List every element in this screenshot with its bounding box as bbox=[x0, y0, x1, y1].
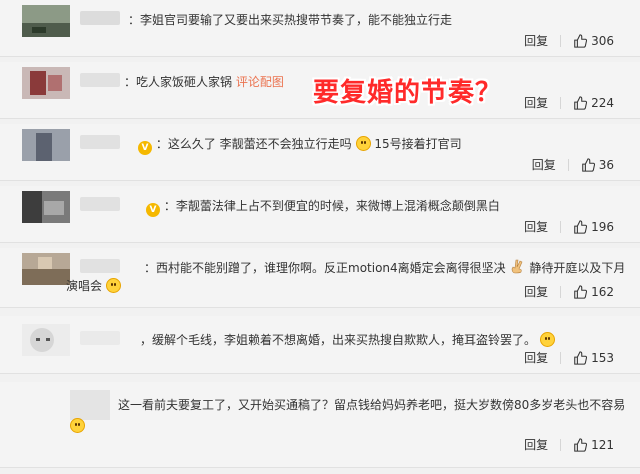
comment-item: V ：这么久了 李靓蕾还不会独立行走吗 15号接着打官司 回复 36 bbox=[0, 124, 640, 181]
smiling-emoji-icon bbox=[539, 332, 555, 347]
comment-actions: 回复 153 bbox=[524, 349, 614, 366]
avatar[interactable] bbox=[22, 129, 70, 161]
divider bbox=[560, 285, 562, 298]
divider bbox=[560, 34, 562, 47]
divider bbox=[560, 96, 562, 109]
like-count: 306 bbox=[591, 33, 614, 48]
comment-actions: 回复 196 bbox=[524, 218, 614, 235]
thumbs-up-icon[interactable] bbox=[573, 33, 588, 48]
username[interactable] bbox=[80, 135, 120, 149]
thumbs-up-icon[interactable] bbox=[573, 219, 588, 234]
avatar[interactable] bbox=[22, 67, 70, 99]
comment-item: 这一看前夫要复工了，又开始买通稿了？留点钱给妈妈养老吧，挺大岁数傍80多岁老头也… bbox=[0, 382, 640, 468]
avatar[interactable] bbox=[22, 191, 70, 223]
comment-text-cont: 静待开庭以及下月 bbox=[529, 261, 626, 275]
thumbs-up-icon[interactable] bbox=[581, 157, 595, 172]
reply-button[interactable]: 回复 bbox=[532, 156, 556, 173]
comment-text: 吃人家饭砸人家锅 bbox=[136, 75, 233, 89]
divider bbox=[560, 220, 562, 233]
comment-actions: 回复 224 bbox=[524, 94, 614, 111]
username[interactable] bbox=[80, 11, 120, 25]
overlay-caption: 要复婚的节奏？ bbox=[313, 78, 503, 108]
crying-emoji-icon bbox=[355, 136, 371, 151]
like-count: 196 bbox=[591, 219, 614, 234]
comment-item: ：李姐官司要输了又要出来买热搜带节奏了，能不能独立行走 回复 306 bbox=[0, 0, 640, 57]
username[interactable] bbox=[80, 197, 120, 211]
reply-button[interactable]: 回复 bbox=[524, 436, 548, 453]
comment-item: ，缓解个毛线，李姐赖着不想离婚，出来买热搜自欺欺人，掩耳盗铃罢了。 回复 153 bbox=[0, 316, 640, 374]
thumbs-up-icon[interactable] bbox=[573, 350, 588, 365]
username[interactable] bbox=[80, 259, 120, 273]
thumbs-up-icon[interactable] bbox=[573, 437, 588, 452]
avatar[interactable] bbox=[22, 5, 70, 37]
comment-item: ：西村能不能别蹭了，谁理你啊。反正motion4离婚定会离得很坚决 静待开庭以及… bbox=[0, 248, 640, 308]
reply-button[interactable]: 回复 bbox=[524, 32, 548, 49]
comment-text: 李姐官司要输了又要出来买热搜带节奏了，能不能独立行走 bbox=[140, 13, 453, 27]
reply-button[interactable]: 回复 bbox=[524, 218, 548, 235]
avatar[interactable] bbox=[22, 324, 70, 356]
like-count: 162 bbox=[591, 284, 614, 299]
reply-button[interactable]: 回复 bbox=[524, 349, 548, 366]
like-count: 153 bbox=[591, 350, 614, 365]
comment-text: 李靓蕾法律上占不到便宜的时候，来微博上混淆概念颠倒黑白 bbox=[175, 199, 500, 213]
username[interactable] bbox=[80, 331, 120, 345]
comment-text-line2: 演唱会 bbox=[66, 279, 103, 293]
divider bbox=[560, 438, 562, 451]
username[interactable] bbox=[80, 73, 120, 87]
thumbs-up-icon[interactable] bbox=[573, 284, 588, 299]
comment-text: 这么久了 李靓蕾还不会独立行走吗 bbox=[167, 137, 352, 151]
victory-hand-emoji-icon bbox=[511, 259, 522, 274]
divider bbox=[560, 351, 562, 364]
sad-emoji-icon bbox=[70, 418, 85, 433]
comment-text-cont: 15号接着打官司 bbox=[374, 137, 462, 151]
image-link[interactable]: 评论配图 bbox=[236, 75, 284, 89]
like-count: 121 bbox=[591, 437, 614, 452]
divider bbox=[567, 158, 569, 171]
comment-item: V ：李靓蕾法律上占不到便宜的时候，来微博上混淆概念颠倒黑白 回复 196 bbox=[0, 186, 640, 243]
like-count: 224 bbox=[591, 95, 614, 110]
comment-actions: 回复 306 bbox=[524, 32, 614, 49]
reply-button[interactable]: 回复 bbox=[524, 283, 548, 300]
avatar[interactable] bbox=[70, 390, 110, 420]
comment-text: 缓解个毛线，李姐赖着不想离婚，出来买热搜自欺欺人，掩耳盗铃罢了。 bbox=[152, 333, 537, 347]
avatar[interactable] bbox=[22, 253, 70, 285]
vip-badge-icon: V bbox=[138, 141, 152, 155]
comment-actions: 回复 162 bbox=[524, 283, 614, 300]
like-count: 36 bbox=[598, 157, 614, 172]
comment-text: 这一看前夫要复工了，又开始买通稿了？留点钱给妈妈养老吧，挺大岁数傍80多岁老头也… bbox=[118, 398, 626, 412]
laughing-emoji-icon bbox=[105, 278, 121, 293]
comment-actions: 回复 121 bbox=[524, 436, 614, 453]
thumbs-up-icon[interactable] bbox=[573, 95, 588, 110]
vip-badge-icon: V bbox=[146, 203, 160, 217]
comment-text: 西村能不能别蹭了，谁理你啊。反正motion4离婚定会离得很坚决 bbox=[156, 261, 506, 275]
reply-button[interactable]: 回复 bbox=[524, 94, 548, 111]
comment-actions: 回复 36 bbox=[532, 156, 614, 173]
